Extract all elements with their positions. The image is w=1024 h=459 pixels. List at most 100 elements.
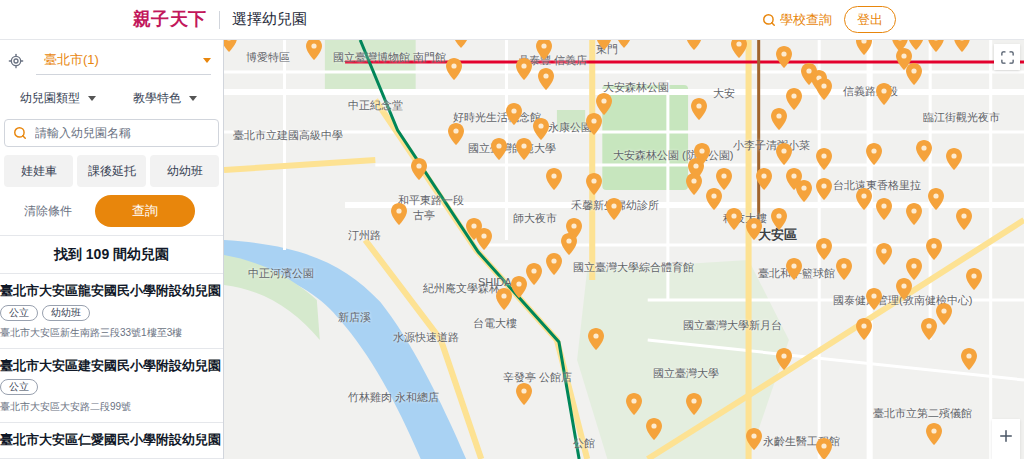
city-select[interactable]: 臺北市(1) <box>36 46 211 75</box>
kindergarten-pin-icon[interactable] <box>876 243 892 265</box>
kindergarten-pin-icon[interactable] <box>936 303 952 325</box>
kindergarten-pin-icon[interactable] <box>756 168 772 190</box>
kindergarten-pin-icon[interactable] <box>928 188 944 210</box>
kindergarten-pin-icon[interactable] <box>866 143 882 165</box>
name-input[interactable] <box>35 124 210 142</box>
kindergarten-pin-icon[interactable] <box>516 383 532 405</box>
kindergarten-pin-icon[interactable] <box>686 173 702 195</box>
logout-button[interactable]: 登出 <box>844 6 896 34</box>
kindergarten-pin-icon[interactable] <box>896 278 912 300</box>
result-item[interactable]: 臺北市大安區仁愛國民小學附設幼兒園 <box>0 423 223 459</box>
kindergarten-pin-icon[interactable] <box>686 40 702 50</box>
toggle-button[interactable]: 課後延托 <box>77 155 146 187</box>
kindergarten-pin-icon[interactable] <box>926 423 942 445</box>
school-search-link[interactable]: 學校查詢 <box>762 10 832 30</box>
zoom-in-icon[interactable] <box>997 427 1015 445</box>
kindergarten-pin-icon[interactable] <box>786 88 802 110</box>
kindergarten-pin-icon[interactable] <box>646 418 662 440</box>
kindergarten-pin-icon[interactable] <box>596 40 612 50</box>
kindergarten-pin-icon[interactable] <box>876 83 892 105</box>
kindergarten-pin-icon[interactable] <box>536 40 552 60</box>
kindergarten-pin-icon[interactable] <box>966 268 982 290</box>
kindergarten-pin-icon[interactable] <box>816 148 832 170</box>
kindergarten-pin-icon[interactable] <box>606 198 622 220</box>
result-item[interactable]: 臺北市大安區建安國民小學附設幼兒園公立臺北市大安區大安路二段99號 <box>0 349 223 424</box>
kindergarten-pin-icon[interactable] <box>961 348 977 370</box>
kindergarten-pin-icon[interactable] <box>446 58 462 80</box>
kindergarten-pin-icon[interactable] <box>921 318 937 340</box>
logo[interactable]: 親子天下 <box>133 6 207 33</box>
kindergarten-pin-icon[interactable] <box>561 233 577 255</box>
kindergarten-pin-icon[interactable] <box>691 98 707 120</box>
kindergarten-pin-icon[interactable] <box>516 58 532 80</box>
kindergarten-pin-icon[interactable] <box>816 78 832 100</box>
kindergarten-pin-icon[interactable] <box>391 203 407 225</box>
filter-dropdown[interactable]: 教學特色 <box>116 81 216 115</box>
kindergarten-pin-icon[interactable] <box>224 40 237 52</box>
kindergarten-pin-icon[interactable] <box>586 173 602 195</box>
kindergarten-pin-icon[interactable] <box>716 168 732 190</box>
kindergarten-pin-icon[interactable] <box>926 238 942 260</box>
kindergarten-pin-icon[interactable] <box>686 393 702 415</box>
kindergarten-pin-icon[interactable] <box>816 438 832 459</box>
kindergarten-pin-icon[interactable] <box>746 428 762 450</box>
kindergarten-pin-icon[interactable] <box>906 63 922 85</box>
result-item[interactable]: 臺北市大安區龍安國民小學附設幼兒園公立幼幼班臺北市大安區新生南路三段33號1樓至… <box>0 274 223 349</box>
kindergarten-pin-icon[interactable] <box>816 178 832 200</box>
kindergarten-pin-icon[interactable] <box>908 40 924 50</box>
kindergarten-pin-icon[interactable] <box>586 113 602 135</box>
kindergarten-pin-icon[interactable] <box>746 218 762 240</box>
kindergarten-pin-icon[interactable] <box>596 93 612 115</box>
kindergarten-pin-icon[interactable] <box>466 218 482 240</box>
kindergarten-pin-icon[interactable] <box>453 40 469 48</box>
kindergarten-pin-icon[interactable] <box>776 143 792 165</box>
toggle-button[interactable]: 娃娃車 <box>4 155 73 187</box>
map[interactable]: 博愛特區國立臺灣博物館 南門館東門中正紀念堂鼎泰豐 信義店大安森林公園大安信義路… <box>224 40 1024 459</box>
kindergarten-pin-icon[interactable] <box>491 138 507 160</box>
kindergarten-pin-icon[interactable] <box>588 328 604 350</box>
kindergarten-pin-icon[interactable] <box>836 258 852 280</box>
kindergarten-pin-icon[interactable] <box>726 208 742 230</box>
kindergarten-pin-icon[interactable] <box>771 208 787 230</box>
submit-button[interactable]: 查詢 <box>95 195 195 227</box>
kindergarten-pin-icon[interactable] <box>616 40 632 48</box>
kindergarten-pin-icon[interactable] <box>776 348 792 370</box>
kindergarten-pin-icon[interactable] <box>916 140 932 162</box>
kindergarten-pin-icon[interactable] <box>928 40 944 52</box>
kindergarten-pin-icon[interactable] <box>538 68 554 90</box>
kindergarten-pin-icon[interactable] <box>866 288 882 310</box>
kindergarten-pin-icon[interactable] <box>506 103 522 125</box>
clear-button[interactable]: 清除條件 <box>0 198 95 224</box>
fullscreen-button[interactable] <box>994 44 1020 70</box>
locate-button[interactable] <box>4 49 28 73</box>
kindergarten-pin-icon[interactable] <box>856 40 872 55</box>
kindergarten-pin-icon[interactable] <box>306 40 322 60</box>
kindergarten-pin-icon[interactable] <box>771 108 787 130</box>
kindergarten-pin-icon[interactable] <box>946 148 962 170</box>
kindergarten-pin-icon[interactable] <box>796 180 812 202</box>
kindergarten-pin-icon[interactable] <box>816 238 832 260</box>
filter-dropdown[interactable]: 幼兒園類型 <box>8 81 108 115</box>
kindergarten-pin-icon[interactable] <box>496 288 512 310</box>
kindergarten-pin-icon[interactable] <box>546 253 562 275</box>
kindergarten-pin-icon[interactable] <box>956 208 972 230</box>
kindergarten-pin-icon[interactable] <box>906 203 922 225</box>
toggle-button[interactable]: 幼幼班 <box>150 155 219 187</box>
kindergarten-pin-icon[interactable] <box>856 188 872 210</box>
kindergarten-pin-icon[interactable] <box>448 123 464 145</box>
kindergarten-pin-icon[interactable] <box>731 40 747 58</box>
kindergarten-pin-icon[interactable] <box>954 40 970 52</box>
kindergarten-pin-icon[interactable] <box>411 158 427 180</box>
kindergarten-pin-icon[interactable] <box>526 263 542 285</box>
kindergarten-pin-icon[interactable] <box>516 138 532 160</box>
kindergarten-pin-icon[interactable] <box>626 393 642 415</box>
kindergarten-pin-icon[interactable] <box>533 118 549 140</box>
kindergarten-pin-icon[interactable] <box>876 198 892 220</box>
kindergarten-pin-icon[interactable] <box>856 318 872 340</box>
kindergarten-pin-icon[interactable] <box>906 258 922 280</box>
kindergarten-pin-icon[interactable] <box>546 168 562 190</box>
kindergarten-pin-icon[interactable] <box>776 46 792 68</box>
kindergarten-pin-icon[interactable] <box>786 258 802 280</box>
kindergarten-pin-icon[interactable] <box>706 188 722 210</box>
kindergarten-pin-icon[interactable] <box>511 276 527 298</box>
